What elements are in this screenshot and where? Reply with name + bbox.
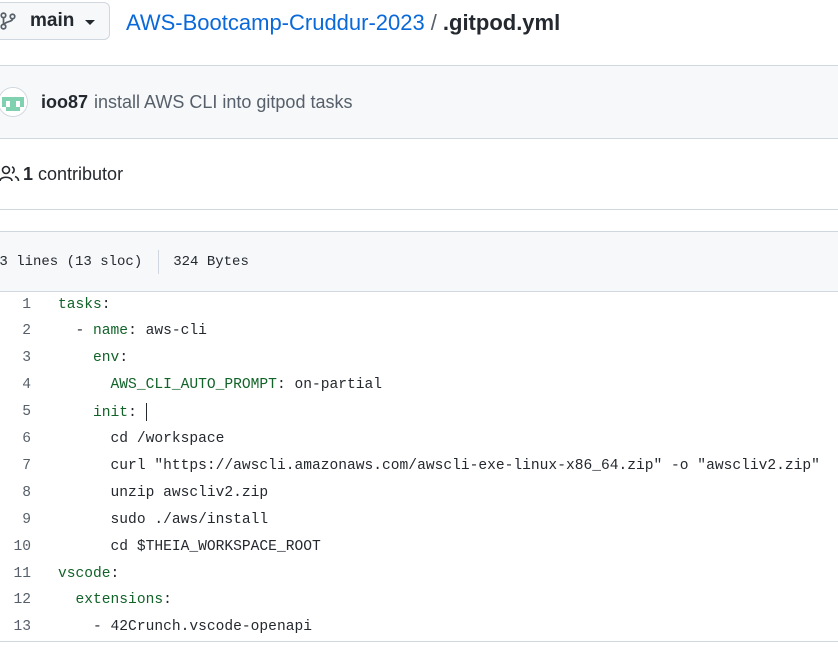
line-number[interactable]: 3: [0, 350, 31, 366]
code-line: 1 tasks:: [0, 291, 838, 318]
line-number[interactable]: 4: [0, 377, 31, 393]
git-branch-icon: [0, 12, 17, 30]
line-number[interactable]: 1: [0, 297, 31, 313]
code-line: 9 sudo ./aws/install: [0, 506, 838, 533]
breadcrumb-separator: /: [430, 10, 437, 35]
line-number[interactable]: 13: [0, 619, 31, 635]
line-number[interactable]: 6: [0, 431, 31, 447]
commit-author-link[interactable]: ioo87: [41, 92, 88, 113]
file-info-header: 13 lines (13 sloc) 324 Bytes: [0, 231, 838, 292]
breadcrumb: AWS-Bootcamp-Cruddur-2023/.gitpod.yml: [126, 9, 560, 37]
contributors-box: 1 contributor: [0, 138, 838, 210]
line-indent: -: [58, 619, 111, 636]
code-line: 12 extensions:: [0, 587, 838, 614]
code-line: 6 cd /workspace: [0, 426, 838, 453]
line-number[interactable]: 10: [0, 539, 31, 555]
line-content: tasks:: [58, 297, 111, 313]
line-number[interactable]: 11: [0, 566, 31, 582]
line-content: extensions:: [58, 592, 172, 608]
yaml-value: sudo ./aws/install: [110, 511, 269, 528]
people-icon: [0, 164, 21, 184]
line-indent: -: [58, 323, 94, 340]
code-line: 7 curl "https://awscli.amazonaws.com/aws…: [0, 452, 838, 479]
yaml-key: vscode: [58, 565, 111, 582]
code-line: 4 AWS_CLI_AUTO_PROMPT: on-partial: [0, 372, 838, 399]
code-line: 10 cd $THEIA_WORKSPACE_ROOT: [0, 533, 838, 560]
yaml-colon: :: [128, 323, 146, 340]
contributor-label[interactable]: contributor: [38, 164, 123, 185]
chevron-down-icon: [85, 20, 96, 25]
yaml-colon: :: [119, 350, 129, 367]
yaml-value: 42Crunch.vscode-openapi: [110, 619, 312, 636]
line-number[interactable]: 8: [0, 485, 31, 501]
avatar[interactable]: [0, 87, 28, 117]
yaml-value: unzip awscliv2.zip: [110, 484, 269, 501]
line-content: AWS_CLI_AUTO_PROMPT: on-partial: [58, 377, 383, 394]
identicon-avatar-icon: [0, 88, 27, 116]
file-size: 324 Bytes: [173, 253, 249, 270]
repo-link[interactable]: AWS-Bootcamp-Cruddur-2023: [126, 10, 425, 35]
line-content: unzip awscliv2.zip: [58, 484, 269, 501]
file-line-count: 13 lines (13 sloc): [0, 253, 143, 270]
yaml-value: on-partial: [294, 377, 383, 394]
yaml-colon: :: [276, 377, 295, 394]
file-name: .gitpod.yml: [442, 10, 561, 35]
branch-name: main: [30, 10, 75, 31]
text-cursor: [145, 403, 147, 422]
latest-commit-box: ioo87 install AWS CLI into gitpod tasks: [0, 65, 838, 138]
code-line: 11 vscode:: [0, 560, 838, 587]
line-content: cd /workspace: [58, 431, 225, 447]
yaml-key: env: [93, 350, 120, 367]
code-line: 5 init:: [0, 399, 838, 426]
yaml-value: cd $THEIA_WORKSPACE_ROOT: [110, 538, 321, 555]
file-path-bar: main AWS-Bootcamp-Cruddur-2023/.gitpod.y…: [0, 0, 838, 48]
divider: [158, 249, 160, 274]
line-content: - name: aws-cli: [58, 323, 207, 339]
code-line: 2 - name: aws-cli: [0, 318, 838, 345]
yaml-value: curl "https://awscli.amazonaws.com/awscl…: [110, 457, 820, 474]
line-content: sudo ./aws/install: [58, 511, 269, 528]
line-number[interactable]: 7: [0, 458, 31, 474]
code-line: 8 unzip awscliv2.zip: [0, 479, 838, 506]
line-content: init:: [58, 403, 147, 422]
yaml-colon: :: [101, 296, 111, 313]
contributor-count: 1: [23, 163, 34, 184]
line-content: - 42Crunch.vscode-openapi: [58, 619, 312, 635]
line-number[interactable]: 12: [0, 592, 31, 608]
line-content: vscode:: [58, 566, 119, 582]
line-number[interactable]: 9: [0, 512, 31, 528]
line-content: curl "https://awscli.amazonaws.com/awscl…: [58, 458, 820, 474]
line-number[interactable]: 5: [0, 404, 31, 420]
yaml-key: init: [93, 404, 129, 421]
line-content: env:: [58, 350, 128, 366]
code-line: 3 env:: [0, 345, 838, 372]
line-number[interactable]: 2: [0, 323, 31, 339]
code-line: 13 - 42Crunch.vscode-openapi: [0, 614, 838, 641]
yaml-value: aws-cli: [145, 323, 207, 340]
yaml-colon: :: [163, 592, 172, 609]
branch-selector-button[interactable]: main: [0, 2, 110, 40]
yaml-key: name: [93, 323, 129, 340]
yaml-value: cd /workspace: [110, 431, 225, 447]
yaml-colon: :: [128, 404, 146, 421]
yaml-key: AWS_CLI_AUTO_PROMPT: [110, 377, 277, 394]
code-view: 1 tasks: 2 - name: aws-cli 3 env: 4 AWS_CLI_…: [0, 292, 838, 642]
yaml-key: extensions: [75, 592, 164, 609]
yaml-key: tasks: [58, 296, 102, 313]
line-content: cd $THEIA_WORKSPACE_ROOT: [58, 539, 321, 555]
commit-message-link[interactable]: install AWS CLI into gitpod tasks: [94, 92, 352, 113]
yaml-colon: :: [110, 565, 120, 582]
